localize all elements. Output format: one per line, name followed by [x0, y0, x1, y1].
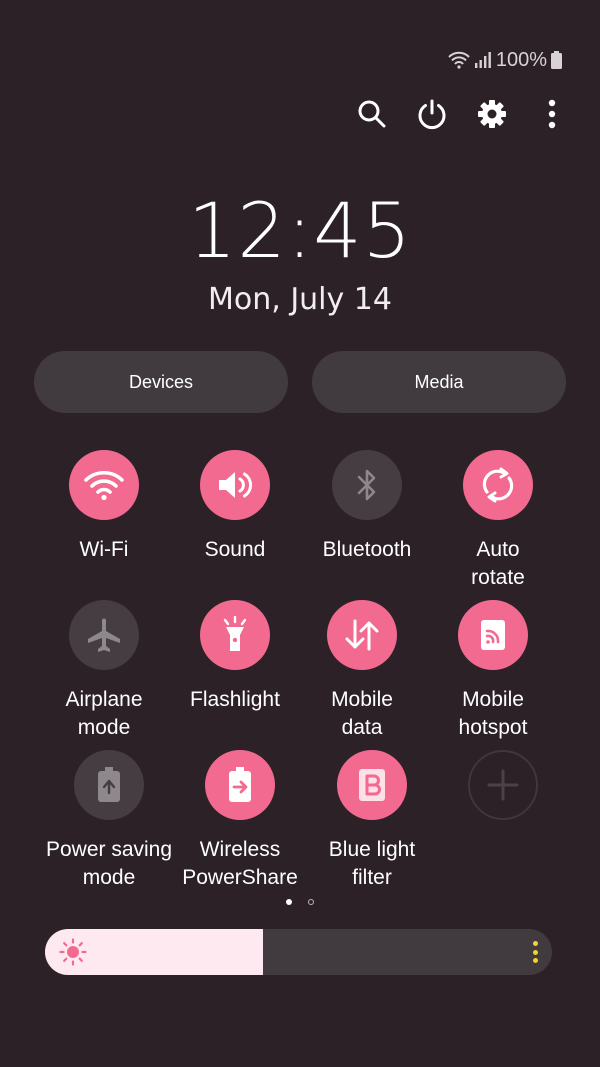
power-button[interactable] — [414, 92, 450, 136]
media-button[interactable]: Media — [312, 351, 566, 413]
power-icon — [418, 99, 446, 130]
tile-label: Blue light filter — [328, 838, 416, 889]
clock-time[interactable]: 12:45 — [0, 186, 600, 275]
auto-rotate-icon — [482, 467, 514, 503]
page-dot-2[interactable] — [308, 899, 314, 905]
tile-mobile-hotspot[interactable]: Mobile hotspot — [423, 600, 563, 742]
flashlight-icon — [223, 616, 247, 651]
tile-mobile-data[interactable]: Mobile data — [292, 600, 432, 742]
settings-button[interactable] — [474, 92, 510, 136]
wifi-signal-icon — [448, 51, 470, 69]
search-icon — [358, 100, 386, 128]
tile-label: Wireless PowerShare — [182, 838, 298, 889]
airplane-icon — [88, 618, 120, 652]
tile-label: Power saving mode — [45, 838, 173, 889]
page-dot-1[interactable] — [286, 899, 292, 905]
sound-toggle[interactable] — [200, 450, 270, 520]
auto-rotate-toggle[interactable] — [463, 450, 533, 520]
more-dot — [532, 949, 538, 955]
flashlight-toggle[interactable] — [200, 600, 270, 670]
bluetooth-toggle[interactable] — [332, 450, 402, 520]
sun-icon — [59, 938, 87, 966]
sound-icon — [219, 472, 252, 498]
tile-label: Auto rotate — [471, 538, 525, 589]
tile-label: Airplane mode — [65, 688, 143, 739]
cellular-signal-icon — [474, 52, 491, 68]
tile-airplane-mode[interactable]: Airplane mode — [34, 600, 174, 742]
page-indicator — [0, 899, 600, 905]
tile-label: Flashlight — [190, 688, 280, 711]
wireless-powershare-toggle[interactable] — [205, 750, 275, 820]
tile-label: Sound — [204, 538, 266, 561]
battery-icon — [551, 51, 562, 69]
tile-flashlight[interactable]: Flashlight — [165, 600, 305, 714]
blue-light-filter-icon — [359, 769, 385, 801]
mobile-hotspot-toggle[interactable] — [458, 600, 528, 670]
settings-gear-icon — [478, 100, 506, 128]
tile-label: Mobile data — [331, 688, 393, 739]
battery-percent: 100% — [495, 48, 547, 71]
tile-bluetooth[interactable]: Bluetooth — [297, 450, 437, 564]
more-options-icon — [548, 99, 556, 129]
add-icon — [487, 769, 519, 801]
devices-button[interactable]: Devices — [34, 351, 288, 413]
tile-label: Mobile hotspot — [458, 688, 528, 739]
tile-power-saving[interactable]: Power saving mode — [39, 750, 179, 892]
mobile-data-toggle[interactable] — [327, 600, 397, 670]
blue-light-filter-toggle[interactable] — [337, 750, 407, 820]
hotspot-icon — [481, 620, 505, 650]
wireless-powershare-icon — [229, 767, 251, 802]
bluetooth-icon — [357, 469, 376, 501]
tile-auto-rotate[interactable]: Auto rotate — [428, 450, 568, 592]
tile-wireless-powershare[interactable]: Wireless PowerShare — [170, 750, 310, 892]
more-dot — [532, 958, 538, 963]
search-button[interactable] — [354, 92, 390, 136]
brightness-more-options[interactable] — [532, 941, 538, 963]
tile-label: Wi-Fi — [79, 538, 129, 561]
tile-add[interactable] — [433, 750, 573, 836]
brightness-slider[interactable] — [45, 929, 552, 975]
mobile-data-icon — [345, 619, 379, 651]
tile-sound[interactable]: Sound — [165, 450, 305, 564]
tile-label: Bluetooth — [322, 538, 412, 561]
wifi-toggle[interactable] — [69, 450, 139, 520]
more-options-button[interactable] — [534, 92, 570, 136]
power-saving-toggle[interactable] — [74, 750, 144, 820]
more-dot — [532, 941, 538, 946]
status-bar: 100% — [448, 46, 562, 74]
add-tile-button[interactable] — [468, 750, 538, 820]
airplane-mode-toggle[interactable] — [69, 600, 139, 670]
power-saving-icon — [98, 767, 120, 802]
tile-wifi[interactable]: Wi-Fi — [34, 450, 174, 564]
quick-panel-toolbar — [354, 92, 570, 136]
wifi-icon — [84, 470, 124, 501]
devices-media-row: Devices Media — [34, 351, 566, 413]
tile-blue-light-filter[interactable]: Blue light filter — [302, 750, 442, 892]
clock-date[interactable]: Mon, July 14 — [0, 282, 600, 317]
